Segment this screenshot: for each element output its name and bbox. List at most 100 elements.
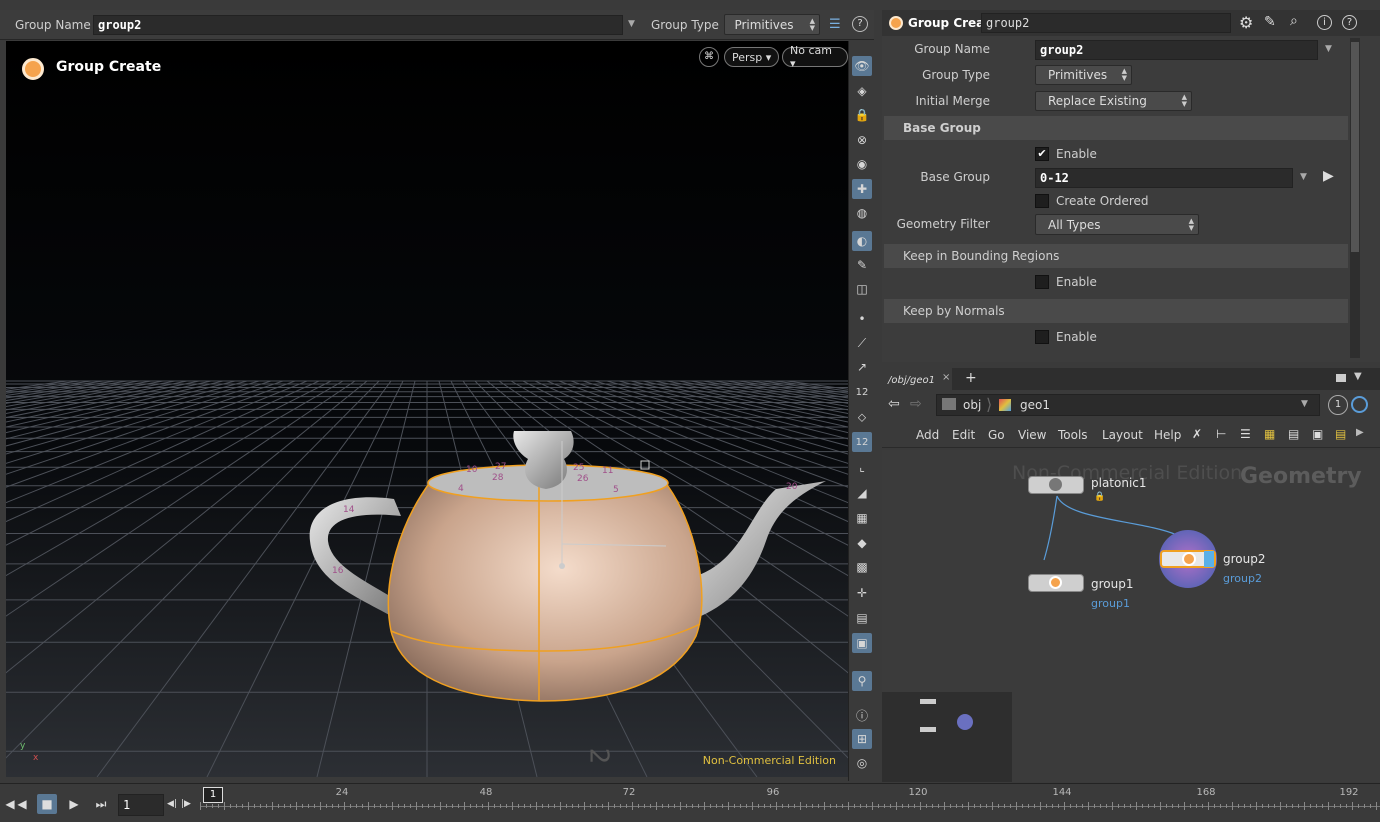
play-reverse-icon[interactable]: ◀: [12, 794, 32, 814]
list-view-icon[interactable]: ☰: [1240, 427, 1251, 441]
pane-chevron-icon[interactable]: ▼: [1354, 371, 1362, 382]
sphere-icon[interactable]: ◉: [852, 154, 872, 174]
eye-icon[interactable]: ◎: [852, 753, 872, 773]
number-display-icon[interactable]: 12: [852, 382, 872, 402]
scene-viewport[interactable]: 10 27 28 4 25 26 11 5 14 16 20 2 Group C…: [6, 41, 848, 777]
group-type-param-select[interactable]: Primitives ▲ ▼: [1035, 65, 1132, 85]
close-icon[interactable]: ×: [942, 372, 950, 383]
group-type-select[interactable]: Primitives ▲ ▼: [724, 14, 820, 35]
base-group-field[interactable]: 0-12: [1035, 168, 1293, 188]
menu-item-tools[interactable]: Tools: [1058, 428, 1088, 442]
pane-menu-icon[interactable]: [1336, 374, 1346, 382]
location-icon[interactable]: ⚲: [852, 671, 872, 691]
network-graph[interactable]: Non-Commercial Edition Geometry platonic…: [882, 450, 1380, 782]
background-icon[interactable]: ▣: [852, 633, 872, 653]
camera-menu[interactable]: No cam ▾: [782, 44, 848, 70]
perspective-menu[interactable]: Persp ▾: [724, 47, 780, 67]
grid-toggle-icon[interactable]: ▤: [852, 608, 872, 628]
close-lights-icon[interactable]: ⊗: [852, 130, 872, 150]
uv-icon[interactable]: ⌞: [852, 457, 872, 477]
menu-item-help[interactable]: Help: [1154, 428, 1181, 442]
tree-icon[interactable]: ⊢: [1216, 427, 1226, 441]
obj-icon: [942, 398, 956, 410]
menu-item-layout[interactable]: Layout: [1102, 428, 1143, 442]
light-icon[interactable]: ✚: [852, 179, 872, 199]
cook-badge[interactable]: 1: [1328, 395, 1348, 415]
select-arrow-icon[interactable]: ▶: [1323, 168, 1334, 184]
brush-icon[interactable]: ✎: [852, 255, 872, 275]
tab-obj-geo1[interactable]: /obj/geo1 ×: [882, 368, 952, 390]
render-icon[interactable]: ◫: [852, 279, 872, 299]
back-icon[interactable]: ⇦: [888, 396, 900, 412]
step-forward-icon[interactable]: |▶: [180, 794, 192, 814]
group-name-dropdown-icon[interactable]: ▼: [628, 19, 635, 29]
camera-icon[interactable]: ◍: [852, 203, 872, 223]
info-icon[interactable]: ⓘ: [852, 705, 872, 725]
frame-field[interactable]: 1: [118, 794, 164, 816]
ghost-icon[interactable]: ◈: [852, 81, 872, 101]
current-frame-marker[interactable]: 1: [203, 787, 223, 803]
texture-icon[interactable]: ▩: [852, 557, 872, 577]
network-minimap[interactable]: [882, 692, 1012, 782]
lock-icon[interactable]: 🔒: [852, 105, 872, 125]
forward-icon[interactable]: ⇨: [910, 396, 922, 412]
paint-icon[interactable]: ✎: [1264, 14, 1276, 30]
image-icon[interactable]: ▣: [1312, 427, 1323, 441]
snap-icon[interactable]: ⌘: [699, 47, 719, 67]
hull-icon[interactable]: ◢: [852, 483, 872, 503]
node-name-field[interactable]: group2: [981, 13, 1231, 33]
path-dropdown-icon[interactable]: ▼: [1301, 399, 1308, 409]
help-icon[interactable]: ?: [1342, 15, 1357, 30]
menu-item-go[interactable]: Go: [988, 428, 1005, 442]
shading-icon[interactable]: ◐: [852, 231, 872, 251]
list-icon[interactable]: ☰: [829, 17, 841, 32]
sticky-note-icon[interactable]: ▤: [1335, 427, 1346, 441]
breadcrumb-obj[interactable]: obj: [963, 398, 981, 412]
group-name-param-dropdown-icon[interactable]: ▼: [1325, 44, 1332, 54]
timeline-tick: 192: [1339, 787, 1359, 798]
search-icon[interactable]: ⌕: [1290, 13, 1298, 29]
sync-icon[interactable]: [1351, 396, 1368, 413]
table-icon[interactable]: ▤: [1288, 427, 1299, 441]
point-number-icon[interactable]: 12: [852, 432, 872, 452]
add-tab-button[interactable]: +: [965, 370, 977, 386]
backface-icon[interactable]: ◆: [852, 533, 872, 553]
base-group-section[interactable]: Base Group: [884, 116, 1348, 140]
gear-icon[interactable]: ⚙: [1239, 13, 1253, 32]
path-breadcrumb[interactable]: obj ⟩ geo1 ▼: [936, 394, 1320, 416]
transform-icon[interactable]: ✛: [852, 583, 872, 603]
geometry-filter-select[interactable]: All Types ▲ ▼: [1035, 214, 1199, 235]
prim-number-icon[interactable]: ⬦: [852, 407, 872, 427]
breadcrumb-geo1[interactable]: geo1: [1020, 398, 1050, 412]
point-display-icon[interactable]: •: [852, 309, 872, 329]
group-name-param-field[interactable]: group2: [1035, 40, 1318, 60]
more-icon[interactable]: ▶: [1356, 427, 1364, 438]
wrench-icon[interactable]: ✗: [1192, 427, 1202, 441]
group-name-field[interactable]: group2: [93, 15, 623, 35]
menu-item-edit[interactable]: Edit: [952, 428, 975, 442]
initial-merge-select[interactable]: Replace Existing ▲ ▼: [1035, 91, 1192, 111]
step-back-icon[interactable]: ◀|: [166, 794, 178, 814]
view-tool-icon[interactable]: 👁: [852, 56, 872, 76]
normal-display-icon[interactable]: ↗: [852, 357, 872, 377]
timeline-track[interactable]: 1 24 48 72 96 120 144 168 192: [200, 784, 1380, 822]
base-group-dropdown-icon[interactable]: ▼: [1300, 172, 1307, 182]
base-group-enable-checkbox[interactable]: ✔: [1035, 147, 1049, 161]
bounding-enable-checkbox[interactable]: [1035, 275, 1049, 289]
bounding-regions-section[interactable]: Keep in Bounding Regions: [884, 244, 1348, 268]
menu-item-view[interactable]: View: [1018, 428, 1046, 442]
checker-icon[interactable]: ▦: [852, 508, 872, 528]
info-icon[interactable]: i: [1317, 15, 1332, 30]
parameter-scrollbar[interactable]: [1350, 38, 1360, 358]
create-ordered-checkbox[interactable]: [1035, 194, 1049, 208]
color-palette-icon[interactable]: ▦: [1264, 427, 1275, 441]
normals-section[interactable]: Keep by Normals: [884, 299, 1348, 323]
end-frame-icon[interactable]: ⏭: [91, 794, 111, 814]
line-display-icon[interactable]: ⟋: [852, 333, 872, 353]
layout-icon[interactable]: ⊞: [852, 729, 872, 749]
menu-item-add[interactable]: Add: [916, 428, 939, 442]
stop-icon[interactable]: ■: [37, 794, 57, 814]
help-icon[interactable]: ?: [852, 16, 868, 32]
play-icon[interactable]: ▶: [64, 794, 84, 814]
normals-enable-checkbox[interactable]: [1035, 330, 1049, 344]
